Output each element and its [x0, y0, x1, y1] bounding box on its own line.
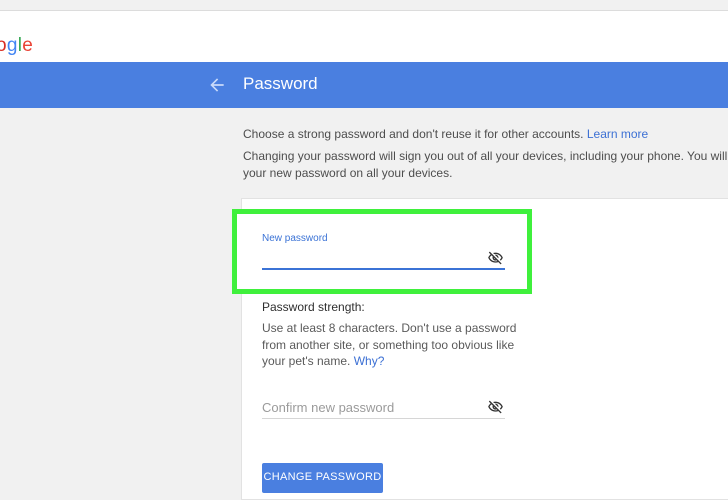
- password-strength-text: Use at least 8 characters. Don't use a p…: [262, 320, 532, 370]
- intro-text: Choose a strong password and don't reuse…: [243, 126, 728, 182]
- confirm-password-field[interactable]: Confirm new password: [262, 400, 394, 415]
- password-strength-description: Use at least 8 characters. Don't use a p…: [262, 321, 517, 368]
- intro-strong-password-text: Choose a strong password and don't reuse…: [243, 127, 584, 141]
- arrow-left-icon[interactable]: [207, 75, 227, 95]
- browser-top-strip: [0, 0, 728, 11]
- logo-letter-e: e: [22, 35, 34, 56]
- confirm-password-underline: [262, 418, 505, 419]
- new-password-field[interactable]: [262, 268, 505, 270]
- google-logo[interactable]: ogle: [0, 35, 33, 57]
- page-title: Password: [243, 74, 318, 93]
- intro-line-1: Choose a strong password and don't reuse…: [243, 126, 728, 143]
- logo-letter-g: g: [6, 35, 18, 56]
- password-strength-title: Password strength:: [262, 300, 365, 314]
- intro-line-2: Changing your password will sign you out…: [243, 148, 728, 182]
- why-link[interactable]: Why?: [354, 354, 385, 368]
- page-header: Password: [0, 62, 728, 108]
- visibility-off-icon[interactable]: [486, 250, 505, 266]
- learn-more-link[interactable]: Learn more: [587, 127, 648, 141]
- logo-letter-o: o: [0, 35, 7, 56]
- logo-bar: ogle: [0, 11, 728, 62]
- left-panel: [0, 108, 200, 486]
- intro-sign-out-text: Changing your password will sign you out…: [243, 149, 728, 163]
- change-password-button[interactable]: CHANGE PASSWORD: [262, 463, 383, 493]
- intro-sign-out-text-2: your new password on all your devices.: [243, 166, 453, 180]
- visibility-off-icon[interactable]: [486, 399, 505, 415]
- new-password-label: New password: [262, 233, 328, 244]
